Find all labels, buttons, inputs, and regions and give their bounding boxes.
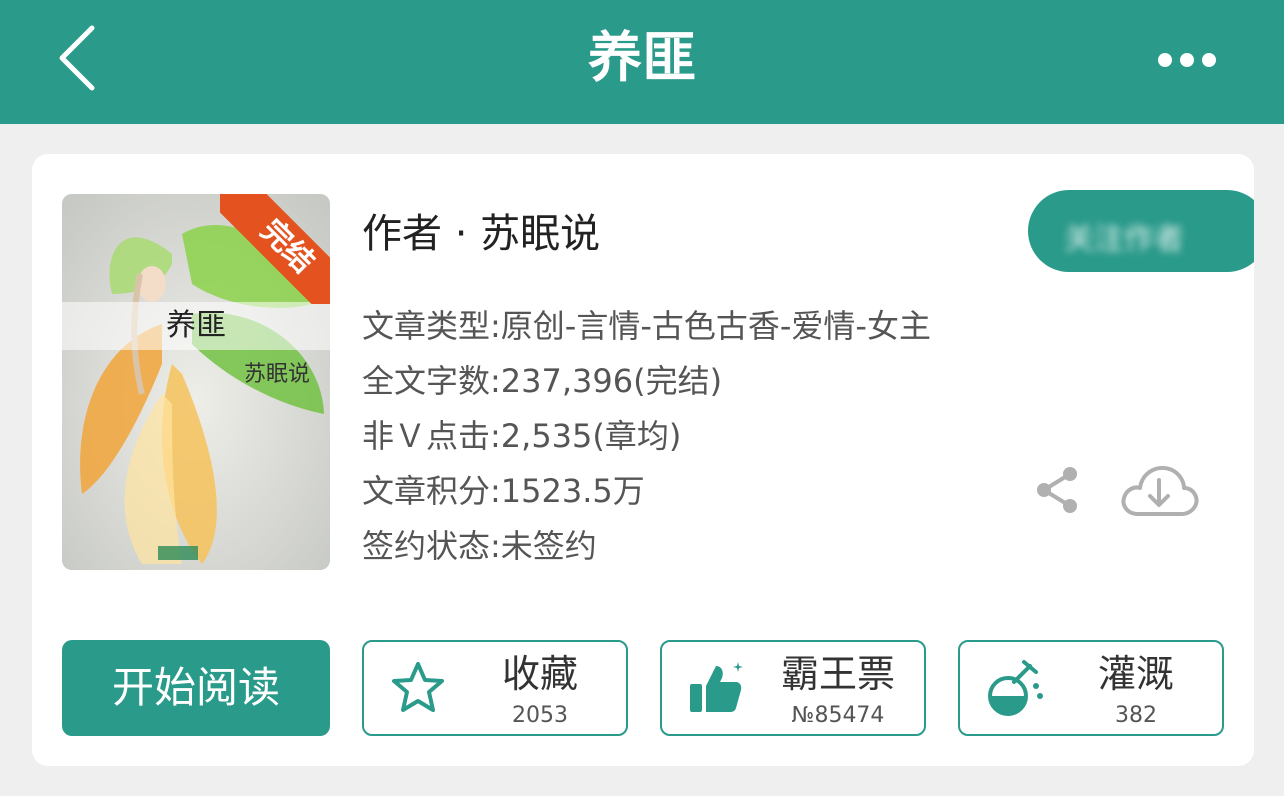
overlord-ticket-count: №85474 bbox=[791, 703, 885, 728]
info-clicks: 非Ｖ点击:2,535(章均) bbox=[362, 417, 682, 455]
info-word-count: 全文字数:237,396(完结) bbox=[362, 362, 723, 400]
info-genre: 文章类型:原创-言情-古色古香-爱情-女主 bbox=[362, 307, 931, 345]
overlord-ticket-label: 霸王票 bbox=[780, 652, 895, 696]
flask-icon bbox=[988, 660, 1043, 716]
download-button[interactable] bbox=[1118, 458, 1200, 522]
top-bar: 养匪 bbox=[0, 0, 1284, 124]
thumbs-up-icon bbox=[690, 662, 743, 712]
favorite-count: 2053 bbox=[512, 703, 568, 728]
irrigate-label: 灌溉 bbox=[1097, 652, 1174, 696]
favorite-button[interactable]: 收藏 2053 bbox=[362, 640, 628, 736]
more-button[interactable] bbox=[1150, 40, 1224, 80]
page-title: 养匪 bbox=[588, 26, 696, 89]
book-cover[interactable]: 养匪 苏眠说 完结 bbox=[62, 194, 330, 570]
cover-title: 养匪 bbox=[62, 302, 330, 350]
more-dots-icon bbox=[1158, 53, 1216, 67]
start-reading-button[interactable]: 开始阅读 bbox=[62, 640, 330, 736]
author-name[interactable]: 作者 · 苏眠说 bbox=[362, 206, 600, 262]
irrigate-count: 382 bbox=[1115, 703, 1157, 728]
cloud-download-icon bbox=[1121, 466, 1199, 516]
completed-ribbon: 完结 bbox=[220, 194, 330, 304]
share-button[interactable] bbox=[1030, 462, 1086, 518]
irrigate-button[interactable]: 灌溉 382 bbox=[958, 640, 1224, 736]
book-info-card: 养匪 苏眠说 完结 作者 · 苏眠说 关注作者 文章类型:原创-言情-古色古香-… bbox=[32, 154, 1254, 766]
cover-author: 苏眠说 bbox=[243, 362, 310, 387]
favorite-label: 收藏 bbox=[501, 652, 578, 696]
info-sign-status: 签约状态:未签约 bbox=[362, 527, 597, 565]
share-icon bbox=[1037, 467, 1077, 513]
star-icon bbox=[392, 662, 444, 712]
follow-button-label: 关注作者 bbox=[1064, 222, 1184, 257]
overlord-ticket-button[interactable]: 霸王票 №85474 bbox=[660, 640, 926, 736]
follow-author-button[interactable]: 关注作者 bbox=[1028, 190, 1254, 272]
info-score: 文章积分:1523.5万 bbox=[362, 472, 645, 510]
